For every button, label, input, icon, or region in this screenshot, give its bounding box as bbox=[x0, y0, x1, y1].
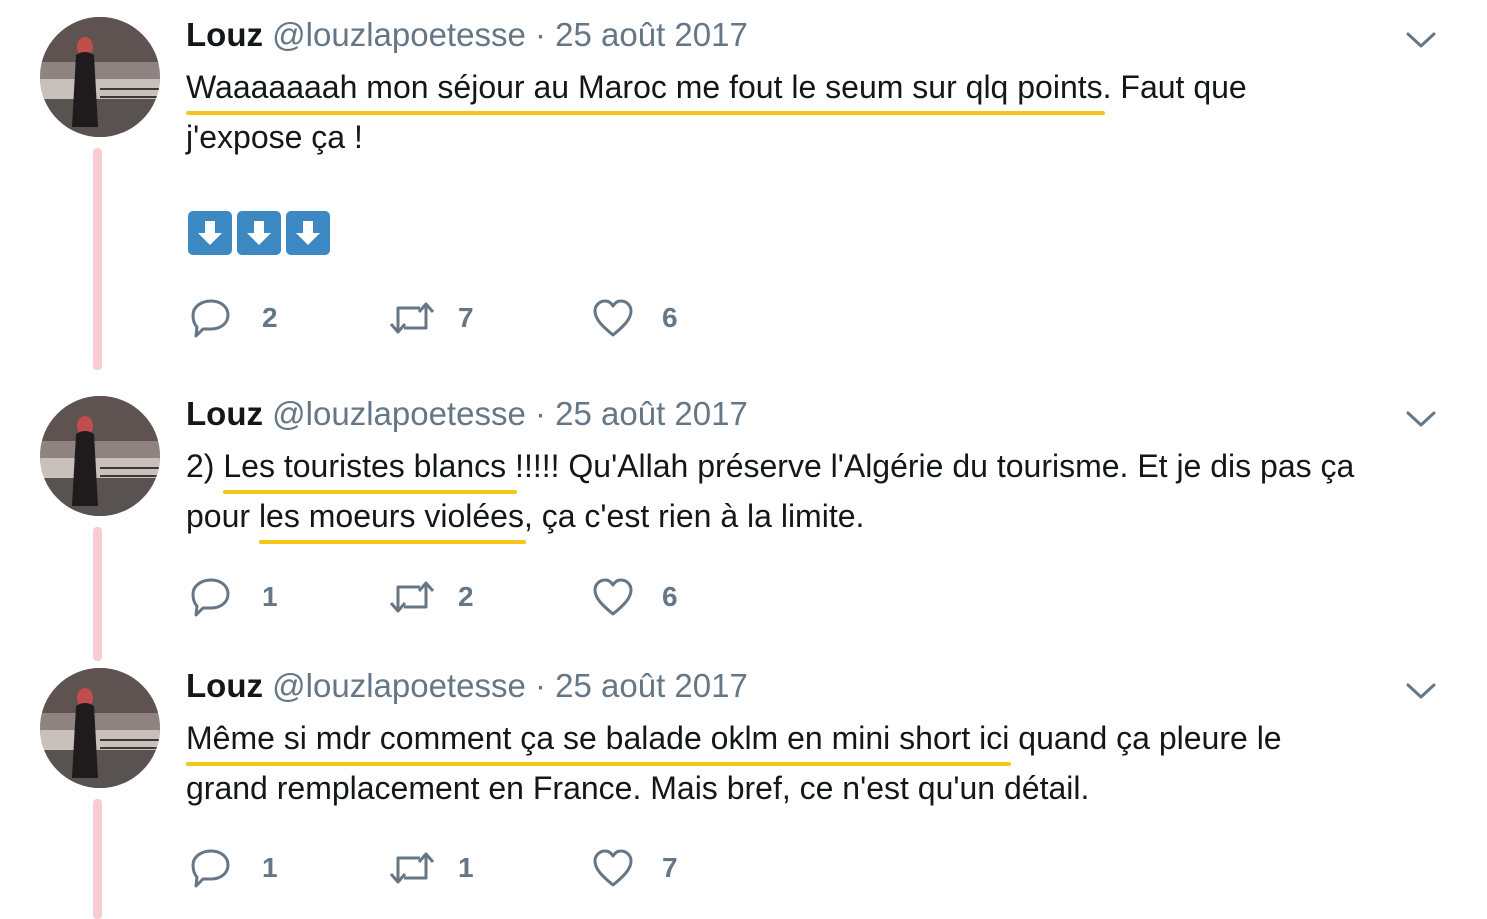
reply-icon bbox=[191, 299, 230, 338]
avatar-image bbox=[40, 396, 160, 516]
tweet-text-segment: pour bbox=[186, 498, 259, 534]
tweet-date[interactable]: 25 août 2017 bbox=[555, 395, 748, 432]
retweet-button[interactable]: 1 bbox=[388, 848, 474, 888]
tweet-text-line: Même si mdr comment ça se balade oklm en… bbox=[186, 713, 1456, 763]
tweet: Louz @louzlapoetesse · 25 août 2017 2) L… bbox=[0, 380, 1487, 652]
like-button[interactable]: 6 bbox=[592, 298, 678, 338]
tweet-text-line: j'expose ça ! bbox=[186, 119, 363, 155]
reply-button[interactable]: 1 bbox=[190, 848, 278, 888]
reply-count: 2 bbox=[262, 302, 278, 333]
avatar[interactable] bbox=[40, 396, 160, 516]
retweet-icon bbox=[389, 852, 435, 884]
like-count: 6 bbox=[662, 302, 678, 333]
highlighted-text: Les touristes blancs bbox=[223, 448, 516, 484]
retweet-count: 2 bbox=[458, 581, 474, 612]
heart-icon bbox=[593, 849, 633, 887]
author-handle[interactable]: @louzlapoetesse bbox=[272, 16, 526, 53]
chevron-down-icon[interactable] bbox=[1405, 409, 1437, 429]
author-handle[interactable]: @louzlapoetesse bbox=[272, 667, 526, 704]
highlighted-text: Waaaaaaah mon séjour au Maroc me fout le… bbox=[186, 69, 1103, 105]
tweet-header: Louz @louzlapoetesse · 25 août 2017 bbox=[186, 667, 748, 705]
author-handle[interactable]: @louzlapoetesse bbox=[272, 395, 526, 432]
tweet-date[interactable]: 25 août 2017 bbox=[555, 667, 748, 704]
tweet-actions: 2 7 6 bbox=[190, 298, 790, 338]
tweet-text-segment: , ça c'est rien à la limite. bbox=[523, 498, 865, 534]
tweet-text-line: grand remplacement en France. Mais bref,… bbox=[186, 770, 1090, 806]
tweet-text-segment: 2) bbox=[186, 448, 224, 484]
tweet-actions: 1 1 7 bbox=[190, 848, 790, 888]
avatar[interactable] bbox=[40, 668, 160, 788]
author-name[interactable]: Louz bbox=[186, 395, 263, 432]
tweet-text-line: 2) Les touristes blancs !!!!! Qu'Allah p… bbox=[186, 441, 1456, 491]
down-arrow-emoji-icon bbox=[286, 211, 330, 255]
reply-count: 1 bbox=[262, 581, 278, 612]
like-count: 6 bbox=[662, 581, 678, 612]
like-button[interactable]: 7 bbox=[592, 848, 678, 888]
down-arrow-emoji-icon bbox=[188, 211, 232, 255]
tweet: Louz @louzlapoetesse · 25 août 2017 Waaa… bbox=[0, 0, 1487, 380]
reply-icon bbox=[191, 578, 230, 617]
tweet: Louz @louzlapoetesse · 25 août 2017 Même… bbox=[0, 652, 1487, 919]
reply-icon bbox=[191, 849, 230, 888]
tweet-date[interactable]: 25 août 2017 bbox=[555, 16, 748, 53]
retweet-button[interactable]: 7 bbox=[388, 298, 474, 338]
reply-button[interactable]: 2 bbox=[190, 298, 278, 338]
tweet-header: Louz @louzlapoetesse · 25 août 2017 bbox=[186, 395, 748, 433]
heart-icon bbox=[593, 578, 633, 616]
header-separator: · bbox=[534, 667, 546, 704]
avatar[interactable] bbox=[40, 17, 160, 137]
heart-icon bbox=[593, 299, 633, 337]
emoji-row bbox=[188, 211, 330, 255]
chevron-down-icon[interactable] bbox=[1405, 681, 1437, 701]
header-separator: · bbox=[534, 16, 546, 53]
tweet-header: Louz @louzlapoetesse · 25 août 2017 bbox=[186, 16, 748, 54]
tweet-actions: 1 2 6 bbox=[190, 577, 790, 617]
author-name[interactable]: Louz bbox=[186, 16, 263, 53]
reply-button[interactable]: 1 bbox=[190, 577, 278, 617]
retweet-icon bbox=[389, 581, 435, 613]
avatar-image bbox=[40, 668, 160, 788]
author-name[interactable]: Louz bbox=[186, 667, 263, 704]
reply-count: 1 bbox=[262, 852, 278, 883]
tweet-text: 2) Les touristes blancs !!!!! Qu'Allah p… bbox=[186, 441, 1456, 541]
highlighted-text: les moeurs violées bbox=[258, 498, 524, 534]
chevron-down-icon[interactable] bbox=[1405, 30, 1437, 50]
tweet-text-segment: !!!!! Qu'Allah préserve l'Algérie du tou… bbox=[515, 448, 1355, 484]
like-count: 7 bbox=[662, 852, 678, 883]
header-separator: · bbox=[534, 395, 546, 432]
retweet-count: 7 bbox=[458, 302, 474, 333]
tweet-text: Waaaaaaah mon séjour au Maroc me fout le… bbox=[186, 62, 1456, 162]
tweet-text-line: pour les moeurs violées, ça c'est rien à… bbox=[186, 491, 1456, 541]
tweet-text-segment: . Faut que bbox=[1102, 69, 1247, 105]
tweet-text-line: Waaaaaaah mon séjour au Maroc me fout le… bbox=[186, 62, 1456, 112]
like-button[interactable]: 6 bbox=[592, 577, 678, 617]
down-arrow-emoji-icon bbox=[237, 211, 281, 255]
retweet-icon bbox=[389, 302, 435, 334]
retweet-button[interactable]: 2 bbox=[388, 577, 474, 617]
retweet-count: 1 bbox=[458, 852, 474, 883]
tweet-text: Même si mdr comment ça se balade oklm en… bbox=[186, 713, 1456, 813]
avatar-image bbox=[40, 17, 160, 137]
tweet-text-segment: quand ça pleure le bbox=[1009, 720, 1282, 756]
highlighted-text: Même si mdr comment ça se balade oklm en… bbox=[186, 720, 1010, 756]
